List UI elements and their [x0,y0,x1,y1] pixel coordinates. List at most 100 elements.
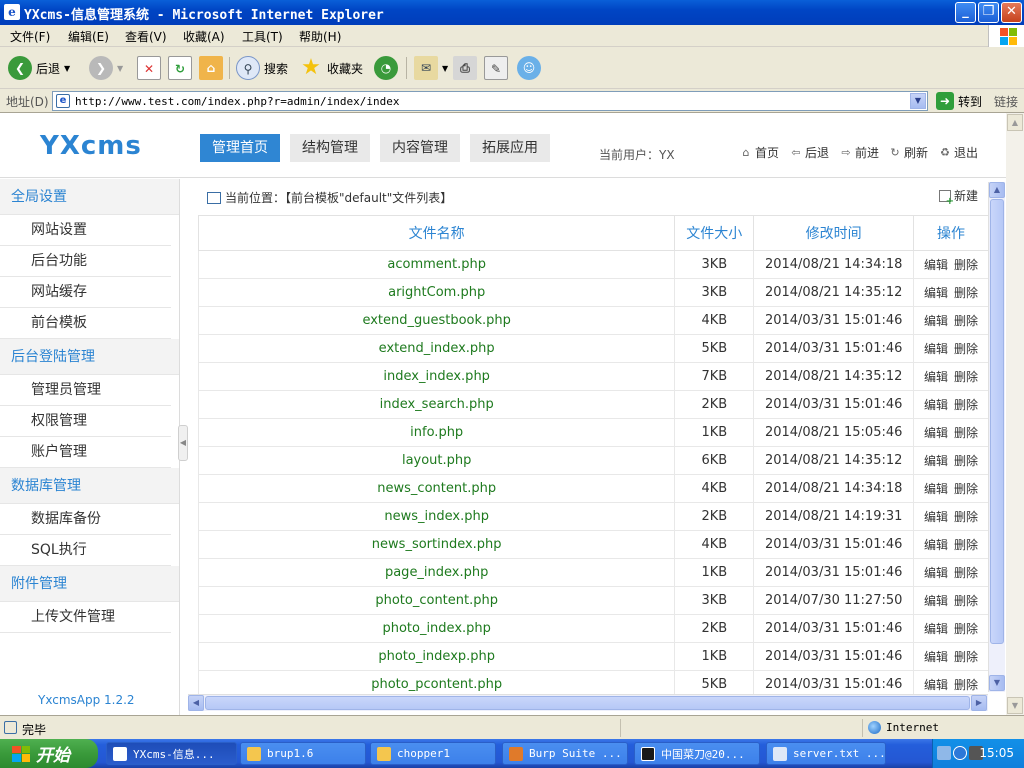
header-link-refresh[interactable]: ↻ 刷新 [889,144,928,161]
links-label[interactable]: 链接 [994,93,1018,110]
delete-link[interactable]: 删除 [954,398,978,412]
file-name[interactable]: news_index.php [197,502,676,531]
delete-link[interactable]: 删除 [954,538,978,552]
edit-link[interactable]: 编辑 [924,538,948,552]
taskbar-item-burp[interactable]: Burp Suite ... [502,742,628,765]
file-name[interactable]: acomment.php [197,250,676,279]
edit-link[interactable]: 编辑 [924,286,948,300]
sidebar-item-admin-functions[interactable]: 后台功能 [0,246,171,277]
edit-link[interactable]: 编辑 [924,426,948,440]
sidebar-item-uploads[interactable]: 上传文件管理 [0,602,171,633]
delete-link[interactable]: 删除 [954,678,978,692]
edit-link[interactable]: 编辑 [924,454,948,468]
edit-link[interactable]: 编辑 [924,398,948,412]
edit-link[interactable]: 编辑 [924,622,948,636]
menu-file[interactable]: 文件(F) [10,28,50,45]
sidebar-item-db-backup[interactable]: 数据库备份 [0,504,171,535]
file-name[interactable]: info.php [197,418,676,447]
taskbar-item-yxcms[interactable]: YXcms-信息... [106,742,237,765]
taskbar-item-brup[interactable]: brup1.6 [240,742,366,765]
file-name[interactable]: photo_content.php [197,586,676,615]
menu-edit[interactable]: 编辑(E) [68,28,109,45]
close-button[interactable]: ✕ [1001,2,1022,23]
taskbar-item-chopper[interactable]: chopper1 [370,742,496,765]
file-name[interactable]: photo_indexp.php [197,642,676,671]
scroll-up-icon[interactable]: ▲ [1007,114,1023,131]
delete-link[interactable]: 删除 [954,510,978,524]
forward-button[interactable]: ❯ ▼ [89,55,123,81]
delete-link[interactable]: 删除 [954,258,978,272]
file-name[interactable]: index_index.php [197,362,676,391]
logo[interactable]: YXcms [40,131,142,161]
go-button[interactable]: ➜ 转到 [932,92,982,110]
tray-expand-icon[interactable] [953,746,967,760]
edit-link[interactable]: 编辑 [924,594,948,608]
tab-content[interactable]: 内容管理 [380,134,460,162]
scroll-left-icon[interactable]: ◀ [188,695,204,711]
edit-link[interactable]: 编辑 [924,650,948,664]
mail-dropdown-icon[interactable]: ▼ [442,64,448,73]
address-url[interactable]: http://www.test.com/index.php?r=admin/in… [75,95,400,108]
search-button[interactable]: ⚲ 搜索 [236,55,288,81]
sidebar-item-admins[interactable]: 管理员管理 [0,375,171,406]
sidebar-item-frontend-templates[interactable]: 前台模板 [0,308,171,339]
start-button[interactable]: 开始 [0,739,98,768]
tab-home[interactable]: 管理首页 [200,134,280,162]
mail-button[interactable]: ✉ ▼ [414,55,448,81]
scroll-down-icon[interactable]: ▼ [1007,697,1023,714]
sidebar-group-attachments[interactable]: 附件管理 [0,566,179,602]
delete-link[interactable]: 删除 [954,454,978,468]
header-link-back[interactable]: ⇦ 后退 [790,144,829,161]
new-file-button[interactable]: 新建 [938,187,978,207]
edit-link[interactable]: 编辑 [924,370,948,384]
print-button[interactable]: ⎙ [453,55,477,81]
sidebar-item-site-cache[interactable]: 网站缓存 [0,277,171,308]
tab-structure[interactable]: 结构管理 [290,134,370,162]
delete-link[interactable]: 删除 [954,482,978,496]
address-field[interactable]: e http://www.test.com/index.php?r=admin/… [52,91,928,111]
delete-link[interactable]: 删除 [954,566,978,580]
back-button[interactable]: ❮ 后退 ▼ [8,55,70,81]
header-link-home[interactable]: ⌂ 首页 [740,144,780,161]
history-button[interactable]: ◔ [374,55,398,81]
menu-help[interactable]: 帮助(H) [299,28,341,45]
forward-dropdown-icon[interactable]: ▼ [117,64,123,73]
scrollbar-thumb[interactable] [205,696,970,710]
messenger-button[interactable]: ☺ [517,55,541,81]
file-name[interactable]: photo_pcontent.php [197,670,676,695]
inner-vertical-scrollbar[interactable]: ▲ ▼ [988,182,1005,692]
keyboard-icon[interactable] [937,746,951,760]
sidebar-item-sql-exec[interactable]: SQL执行 [0,535,171,566]
sidebar-item-permissions[interactable]: 权限管理 [0,406,171,437]
delete-link[interactable]: 删除 [954,286,978,300]
delete-link[interactable]: 删除 [954,370,978,384]
home-button[interactable]: ⌂ [199,55,223,81]
file-name[interactable]: layout.php [197,446,676,475]
file-name[interactable]: photo_index.php [197,614,676,643]
scroll-up-icon[interactable]: ▲ [989,182,1005,198]
menu-tools[interactable]: 工具(T) [242,28,283,45]
taskbar-item-server-txt[interactable]: server.txt ... [766,742,886,765]
edit-page-button[interactable]: ✎ [484,55,508,81]
delete-link[interactable]: 删除 [954,314,978,328]
taskbar-item-chopper-app[interactable]: 中国菜刀@20... [634,742,760,765]
delete-link[interactable]: 删除 [954,622,978,636]
delete-link[interactable]: 删除 [954,426,978,440]
file-name[interactable]: news_sortindex.php [197,530,676,559]
sidebar-group-global[interactable]: 全局设置 [0,179,179,215]
file-name[interactable]: news_content.php [197,474,676,503]
scroll-down-icon[interactable]: ▼ [989,675,1005,691]
address-dropdown-icon[interactable]: ▼ [910,93,926,109]
maximize-button[interactable]: ❐ [978,2,999,23]
scroll-right-icon[interactable]: ▶ [971,695,987,711]
sidebar-group-login[interactable]: 后台登陆管理 [0,339,179,375]
edit-link[interactable]: 编辑 [924,482,948,496]
file-name[interactable]: extend_guestbook.php [197,306,676,335]
delete-link[interactable]: 删除 [954,594,978,608]
file-name[interactable]: extend_index.php [197,334,676,363]
edit-link[interactable]: 编辑 [924,258,948,272]
stop-button[interactable]: ✕ [137,55,161,81]
file-name[interactable]: page_index.php [197,558,676,587]
tab-extensions[interactable]: 拓展应用 [470,134,550,162]
favorites-button[interactable]: ★ 收藏夹 [299,55,363,81]
